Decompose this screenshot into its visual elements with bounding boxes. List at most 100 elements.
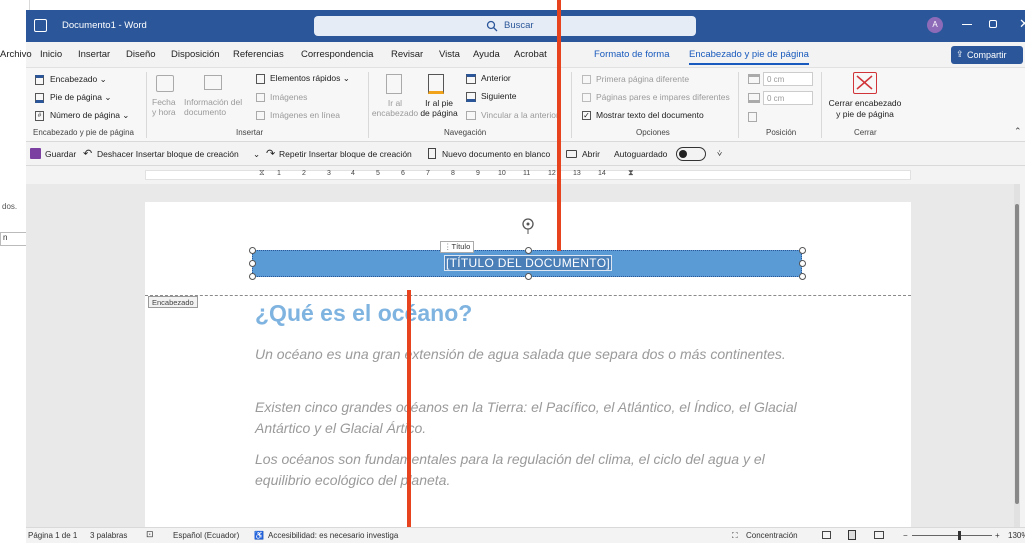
share-button[interactable]: ⇪ Compartir — [951, 46, 1023, 64]
zoom-out-icon[interactable]: − — [903, 531, 908, 540]
title-placeholder[interactable]: [TÍTULO DEL DOCUMENTO] — [253, 255, 803, 271]
tab-disposicion[interactable]: Disposición — [171, 49, 220, 60]
account-avatar[interactable]: A — [927, 17, 943, 33]
proofing-icon[interactable]: ⊡ — [146, 529, 154, 540]
rotate-handle-icon[interactable] — [520, 216, 536, 234]
tab-acrobat[interactable]: Acrobat — [514, 49, 547, 60]
show-text-checkbox[interactable]: ✓ — [582, 111, 591, 120]
page-number-button[interactable]: Número de página ⌄ — [50, 110, 129, 121]
left-indent-marker[interactable]: ⧖ — [259, 168, 265, 178]
annotation-line-bottom — [407, 290, 411, 543]
resize-handle[interactable] — [525, 247, 532, 254]
zoom-slider-thumb[interactable] — [958, 531, 961, 540]
resize-handle[interactable] — [525, 273, 532, 280]
images-button[interactable]: Imágenes — [270, 92, 307, 102]
odd-even-checkbox[interactable] — [582, 93, 591, 102]
ruler-number: 5 — [376, 170, 380, 177]
close-header-footer-button[interactable]: Cerrar encabezado y pie de página — [826, 98, 904, 120]
page-count[interactable]: Página 1 de 1 — [28, 531, 77, 540]
new-blank-button[interactable]: Nuevo documento en blanco — [442, 149, 550, 159]
footer-button[interactable]: Pie de página ⌄ — [50, 92, 111, 103]
word-count[interactable]: 3 palabras — [90, 531, 127, 540]
search-box[interactable]: Buscar — [314, 16, 696, 36]
document-paragraph-3[interactable]: Los océanos son fundamentales para la re… — [255, 449, 815, 491]
tab-ayuda[interactable]: Ayuda — [473, 49, 500, 60]
ruler-number: 3 — [327, 170, 331, 177]
resize-handle[interactable] — [799, 247, 806, 254]
footer-position-icon — [748, 93, 760, 103]
minimize-icon[interactable] — [962, 24, 972, 25]
ruler-number: 2 — [302, 170, 306, 177]
document-paragraph-2[interactable]: Existen cinco grandes océanos en la Tier… — [255, 397, 815, 439]
accessibility-status[interactable]: Accesibilidad: es necesario investiga — [268, 531, 404, 540]
read-mode-icon[interactable] — [822, 531, 831, 539]
go-to-footer-button[interactable]: Ir al pie de página — [420, 98, 458, 118]
resize-handle[interactable] — [799, 260, 806, 267]
footer-position-input[interactable]: 0 cm — [763, 91, 813, 105]
align-tab-icon[interactable] — [748, 112, 757, 122]
tab-revisar[interactable]: Revisar — [391, 49, 423, 60]
page-number-icon: # — [35, 111, 44, 121]
resize-handle[interactable] — [249, 273, 256, 280]
undo-dropdown-icon[interactable]: ⌄ — [253, 149, 260, 160]
group-label-navigation: Navegación — [444, 128, 487, 137]
tab-vista[interactable]: Vista — [439, 49, 460, 60]
ruler-number: 4 — [351, 170, 355, 177]
tab-correspondencia[interactable]: Correspondencia — [301, 49, 373, 60]
collapse-ribbon-icon[interactable]: ⌃ — [1014, 126, 1022, 137]
header-position-input[interactable]: 0 cm — [763, 72, 813, 86]
zoom-level[interactable]: 130% — [1008, 531, 1025, 540]
header-button[interactable]: Encabezado ⌄ — [50, 74, 107, 85]
web-layout-icon[interactable] — [874, 531, 884, 539]
go-to-header-button[interactable]: Ir al encabezado — [371, 98, 419, 118]
document-paragraph-1[interactable]: Un océano es una gran extensión de agua … — [255, 344, 815, 365]
show-text-label: Mostrar texto del documento — [596, 110, 704, 120]
group-label-position: Posición — [766, 128, 797, 137]
resize-handle[interactable] — [799, 273, 806, 280]
next-button[interactable]: Siguiente — [481, 91, 516, 101]
resize-handle[interactable] — [249, 247, 256, 254]
autosave-toggle[interactable] — [676, 147, 706, 161]
toggle-knob — [679, 150, 687, 158]
tab-inicio[interactable]: Inicio — [40, 49, 62, 60]
tab-insertar[interactable]: Insertar — [78, 49, 110, 60]
print-layout-icon[interactable] — [848, 530, 856, 540]
horizontal-ruler[interactable]: ⧖ 1 2 3 4 5 6 7 8 9 10 11 12 13 14 ⧗ — [26, 166, 1025, 184]
header-icon — [35, 75, 44, 85]
tab-encabezado-pie[interactable]: Encabezado y pie de página — [689, 49, 809, 65]
document-heading[interactable]: ¿Qué es el océano? — [255, 300, 472, 327]
open-button[interactable]: Abrir — [582, 149, 600, 159]
title-tag[interactable]: ⋮Título — [440, 241, 475, 253]
search-icon — [486, 20, 498, 32]
customize-qat-icon[interactable]: ⩒ — [717, 148, 722, 159]
undo-icon: ↶ — [83, 148, 93, 160]
doc-info-button[interactable]: Información del documento — [184, 97, 250, 117]
focus-mode-button[interactable]: Concentración — [746, 531, 798, 540]
previous-button[interactable]: Anterior — [481, 73, 511, 83]
scrollbar-thumb[interactable] — [1015, 204, 1019, 504]
undo-button[interactable]: Deshacer Insertar bloque de creación — [97, 149, 239, 159]
first-page-checkbox[interactable] — [582, 75, 591, 84]
online-images-button[interactable]: Imágenes en línea — [270, 110, 340, 120]
zoom-in-icon[interactable]: + — [995, 531, 1000, 540]
quick-parts-button[interactable]: Elementos rápidos ⌄ — [270, 73, 350, 84]
restore-icon[interactable] — [989, 20, 997, 28]
redo-button[interactable]: Repetir Insertar bloque de creación — [279, 149, 412, 159]
tab-referencias[interactable]: Referencias — [233, 49, 284, 60]
zoom-slider[interactable] — [912, 531, 992, 540]
save-button[interactable]: Guardar — [45, 149, 76, 159]
vertical-scrollbar[interactable] — [1014, 184, 1020, 529]
tab-formato-de-forma[interactable]: Formato de forma — [594, 49, 670, 60]
language-indicator[interactable]: Español (Ecuador) — [173, 531, 239, 540]
images-icon — [256, 93, 265, 102]
right-indent-marker[interactable]: ⧗ — [628, 168, 634, 178]
footer-button-label: Pie de página — [50, 92, 102, 102]
ribbon-separator — [368, 72, 369, 138]
ruler-number: 7 — [426, 170, 430, 177]
date-time-button[interactable]: Fecha y hora — [152, 97, 180, 117]
tab-diseno[interactable]: Diseño — [126, 49, 156, 60]
tab-archivo[interactable]: Archivo — [0, 49, 32, 60]
resize-handle[interactable] — [249, 260, 256, 267]
link-previous-button[interactable]: Vincular a la anterior — [481, 110, 557, 120]
close-window-icon[interactable]: ✕ — [1019, 16, 1025, 32]
